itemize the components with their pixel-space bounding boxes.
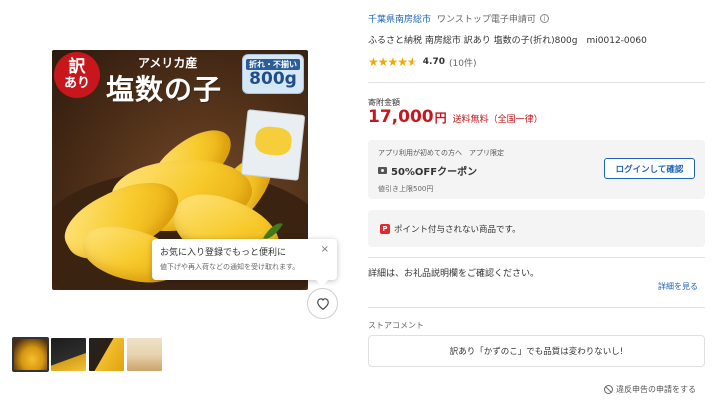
- weight-badge-value: 800g: [249, 69, 297, 90]
- shipping-info: 送料無料（全国一律）: [452, 115, 543, 125]
- ban-icon: [604, 385, 613, 394]
- coupon-note: アプリ利用が初めての方へ アプリ限定: [378, 149, 504, 157]
- favorite-tooltip: お気に入り登録でもっと便利に 値下げや再入荷などの通知を受け取れます。 ×: [152, 239, 337, 286]
- store-comment-label: ストアコメント: [368, 321, 424, 330]
- package-image: [240, 109, 306, 181]
- rating-value: 4.70: [422, 57, 446, 67]
- favorite-button[interactable]: [307, 288, 338, 319]
- vendor-row: 千葉県南房総市 ワンストップ電子申請可 i: [368, 12, 549, 25]
- vendor-link[interactable]: 千葉県南房総市: [368, 12, 431, 25]
- rating-row[interactable]: ★★★★★ ★ 4.70 (10件): [368, 55, 477, 69]
- favorite-tooltip-description: 値下げや再入荷などの通知を受け取れます。: [160, 263, 300, 271]
- report-label: 違反申告の申請をする: [616, 385, 696, 394]
- divider: [368, 82, 705, 83]
- report-link[interactable]: 違反申告の申請をする: [604, 384, 696, 395]
- point-icon: P: [380, 223, 390, 234]
- details-text: 詳細は、お礼品説明欄をご確認ください。: [368, 269, 540, 279]
- points-notice: P ポイント付与されない商品です。: [368, 210, 705, 247]
- badge-line2: あり: [63, 76, 90, 92]
- thumbnail-3[interactable]: [89, 338, 124, 371]
- review-count[interactable]: (10件): [449, 56, 476, 69]
- vendor-tag: ワンストップ電子申請可: [437, 15, 536, 25]
- points-message: ポイント付与されない商品です。: [394, 224, 521, 235]
- product-title: ふるさと納税 南房総市 訳あり 塩数の子(折れ)800g mi0012-0060: [368, 36, 647, 46]
- favorite-tooltip-title: お気に入り登録でもっと便利に: [160, 248, 287, 258]
- price-amount: 17,000: [368, 107, 434, 127]
- thumbnail-2[interactable]: [51, 338, 86, 371]
- store-comment-text: 訳あり「かずのこ」でも品質は変わりないし!: [449, 347, 624, 357]
- star-rating-icon: ★★★★★ ★: [368, 55, 418, 69]
- store-comment-box: 訳あり「かずのこ」でも品質は変わりないし!: [368, 335, 705, 367]
- login-check-button[interactable]: ログインして確認: [604, 158, 695, 179]
- divider: [368, 307, 705, 308]
- info-icon[interactable]: i: [539, 14, 549, 23]
- coupon-limit: 値引き上限500円: [378, 185, 434, 193]
- coupon-icon: [378, 167, 387, 174]
- thumbnail-strip: [12, 337, 162, 372]
- wake-badge: 訳 あり: [54, 52, 100, 98]
- price-unit: 円: [434, 111, 447, 125]
- close-icon[interactable]: ×: [321, 244, 329, 255]
- image-product-name: 塩数の子: [106, 73, 223, 106]
- divider: [368, 257, 705, 258]
- coupon-title: 50%OFFクーポン: [391, 167, 478, 178]
- thumbnail-4[interactable]: [127, 338, 162, 371]
- heart-icon: [316, 298, 329, 310]
- badge-line1: 訳: [68, 57, 86, 78]
- thumbnail-1[interactable]: [12, 337, 49, 372]
- coupon-box: アプリ利用が初めての方へ アプリ限定 50%OFFクーポン 値引き上限500円 …: [368, 140, 705, 199]
- price-row: 17,000 円 送料無料（全国一律）: [368, 107, 543, 127]
- weight-badge: 折れ・不揃い 800g: [242, 54, 304, 94]
- details-link[interactable]: 詳細を見る: [658, 281, 698, 292]
